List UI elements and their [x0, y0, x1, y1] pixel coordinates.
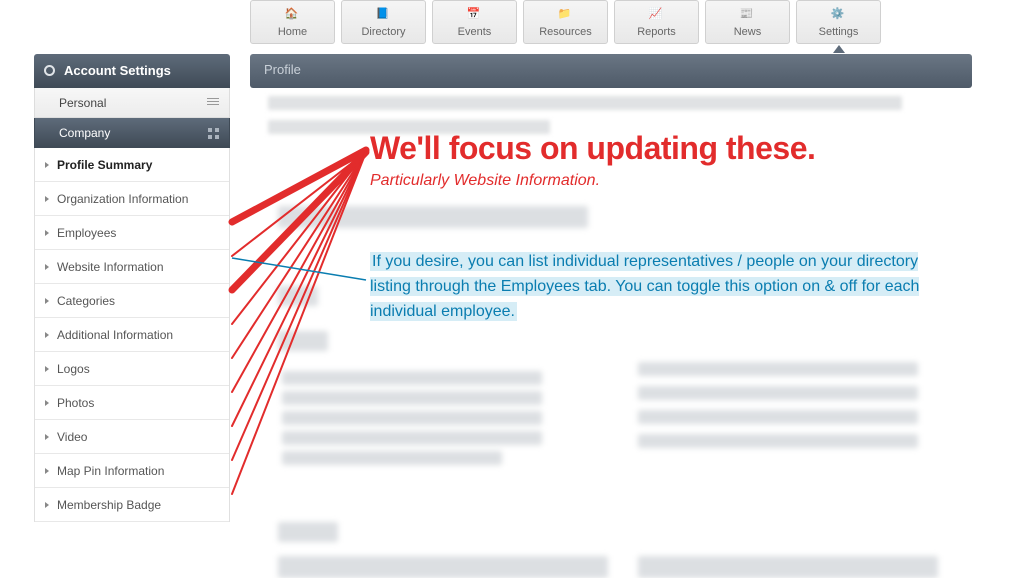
annotation-subtitle: Particularly Website Information.: [370, 172, 600, 190]
sidebar-item-employees[interactable]: Employees: [35, 216, 229, 250]
menu-icon: [207, 98, 219, 107]
nav-news[interactable]: 📰News: [705, 0, 790, 44]
sidebar-item-additional-information[interactable]: Additional Information: [35, 318, 229, 352]
profile-header-label: Profile: [264, 62, 301, 77]
sidebar-section-personal[interactable]: Personal: [34, 88, 230, 118]
news-icon: 📰: [740, 7, 756, 21]
profile-header: Profile: [250, 54, 972, 88]
nav-reports[interactable]: 📈Reports: [614, 0, 699, 44]
sidebar-item-website-information[interactable]: Website Information: [35, 250, 229, 284]
nav-home[interactable]: 🏠Home: [250, 0, 335, 44]
sidebar-item-video[interactable]: Video: [35, 420, 229, 454]
gear-icon: ⚙️: [831, 7, 847, 21]
sidebar: Account Settings Personal Company Profil…: [34, 54, 230, 522]
nav-directory[interactable]: 📘Directory: [341, 0, 426, 44]
folder-icon: 📁: [558, 7, 574, 21]
top-nav: 🏠Home 📘Directory 📅Events 📁Resources 📈Rep…: [250, 0, 1014, 50]
annotation-note: If you desire, you can list individual r…: [370, 250, 930, 324]
sidebar-company-items: Profile Summary Organization Information…: [34, 148, 230, 522]
nav-events[interactable]: 📅Events: [432, 0, 517, 44]
sidebar-item-profile-summary[interactable]: Profile Summary: [35, 148, 229, 182]
sidebar-item-membership-badge[interactable]: Membership Badge: [35, 488, 229, 522]
nav-settings[interactable]: ⚙️Settings: [796, 0, 881, 44]
grid-icon: [208, 128, 219, 139]
annotation-heading: We'll focus on updating these.: [370, 130, 815, 167]
sidebar-item-logos[interactable]: Logos: [35, 352, 229, 386]
sidebar-item-organization-information[interactable]: Organization Information: [35, 182, 229, 216]
calendar-icon: 📅: [467, 7, 483, 21]
sidebar-item-categories[interactable]: Categories: [35, 284, 229, 318]
content-area: [268, 96, 972, 576]
sidebar-item-map-pin-information[interactable]: Map Pin Information: [35, 454, 229, 488]
nav-resources[interactable]: 📁Resources: [523, 0, 608, 44]
chart-icon: 📈: [649, 7, 665, 21]
sidebar-item-photos[interactable]: Photos: [35, 386, 229, 420]
directory-icon: 📘: [376, 7, 392, 21]
sidebar-title: Account Settings: [34, 54, 230, 88]
sidebar-section-company[interactable]: Company: [34, 118, 230, 148]
home-icon: 🏠: [285, 7, 301, 21]
